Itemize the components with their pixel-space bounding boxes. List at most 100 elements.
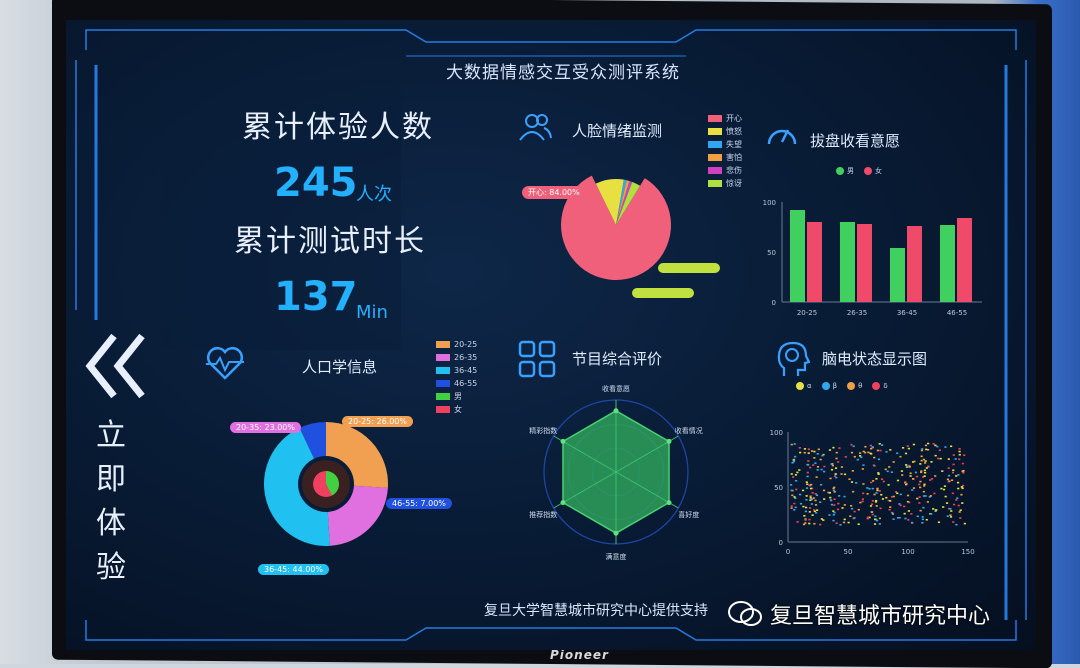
eeg-point [958,453,961,456]
eeg-point [805,495,808,497]
willingness-legend-swatch [864,167,872,175]
eeg-x-tick: 0 [786,548,790,556]
double-chevron-left-icon [85,333,145,399]
eeg-point [816,466,820,468]
users-icon [519,114,552,141]
eeg-legend-label: β [832,382,838,390]
eeg-point [793,443,796,445]
eeg-point [799,502,803,505]
emotion-legend: 开心 愤怒 失望 害怕 悲伤 惊讶 [708,112,742,190]
eeg-point [949,516,953,518]
eeg-point [807,448,811,451]
dashboard-title: 大数据情感交互受众测评系统 [446,63,680,83]
eeg-point [807,452,810,454]
emotion-legend-item: 开心 [708,112,742,125]
try-now-button[interactable]: 立 即 体 验 [76,330,156,590]
eeg-point [963,522,966,525]
eeg-point [832,510,835,512]
eeg-point [835,457,838,460]
eeg-point [925,467,928,469]
eeg-point [960,486,963,488]
radar-axis-label: 喜好度 [678,510,699,519]
eeg-point [859,452,862,454]
eeg-point [951,492,954,495]
eeg-point [906,465,909,468]
eeg-point [907,519,910,521]
demographics-donut-chart [264,422,388,546]
eeg-point [908,464,911,467]
eeg-point [869,447,873,450]
emotion-legend-label: 开心 [726,114,742,123]
eeg-point [839,523,842,526]
eeg-point [935,509,938,511]
bar-y-tick: 0 [772,299,776,307]
eeg-point [903,512,906,515]
eeg-point [823,498,826,500]
eeg-point [955,523,958,526]
eeg-point [947,467,950,469]
eeg-point [899,455,902,458]
eeg-point [921,448,924,450]
eeg-point [877,458,881,461]
eeg-point [925,518,928,521]
eeg-point [798,446,801,449]
eeg-point [924,460,927,462]
eeg-point [808,522,811,525]
demo-legend-label: 26-35 [454,353,478,362]
eeg-point [875,478,878,480]
eeg-point [959,517,962,519]
eeg-point [843,518,846,521]
eeg-point [807,464,810,466]
eeg-point [875,505,878,507]
eeg-point [955,499,958,501]
tv-brand-logo: Pioneer [550,648,609,662]
try-now-char-3: 体 [96,506,126,541]
eeg-point [809,487,813,490]
eeg-point [848,478,851,480]
eeg-point [809,497,812,499]
eeg-point [950,445,953,448]
demo-callout-46-55: 46-55: 7.00% [386,498,452,509]
eeg-point [815,511,818,514]
eeg-point [871,446,874,448]
bar [840,222,855,302]
eeg-point [873,456,876,459]
eeg-point [834,473,837,475]
eeg-point [911,489,914,491]
eeg-point [842,521,846,524]
eeg-point [875,499,878,502]
eeg-point [850,481,854,483]
eeg-point [853,510,856,513]
eeg-point [810,483,813,486]
eeg-point [894,491,898,493]
eeg-point [853,517,856,519]
eeg-point [833,475,837,477]
eeg-point [892,461,895,463]
eeg-point [793,496,796,498]
demo-legend-label: 46-55 [454,379,478,388]
dashboard-screen: 大数据情感交互受众测评系统 累计体验人数 245 人次 累计测试时长 137 M… [66,20,1036,650]
emotion-legend-label: 失望 [726,140,742,149]
eeg-point [803,451,806,454]
demo-legend-swatch [436,341,450,348]
demo-legend-label: 男 [454,392,462,401]
emotion-legend-item: 愤怒 [708,125,742,138]
eeg-point [940,487,943,490]
demo-legend-item: 男 [436,390,477,403]
eeg-point [907,510,910,512]
eeg-point [909,475,912,477]
eeg-point [805,487,809,489]
eeg-point [890,471,893,473]
grid-icon [518,340,556,378]
eeg-point [896,492,899,495]
bar [857,224,872,302]
eeg-point [889,500,892,502]
eeg-point [802,523,806,526]
eeg-point [809,499,812,501]
eeg-point [910,521,914,524]
eeg-point [922,506,925,509]
eeg-point [923,485,926,487]
eeg-point [882,480,885,483]
eeg-point [840,473,843,475]
eeg-point [861,468,864,470]
